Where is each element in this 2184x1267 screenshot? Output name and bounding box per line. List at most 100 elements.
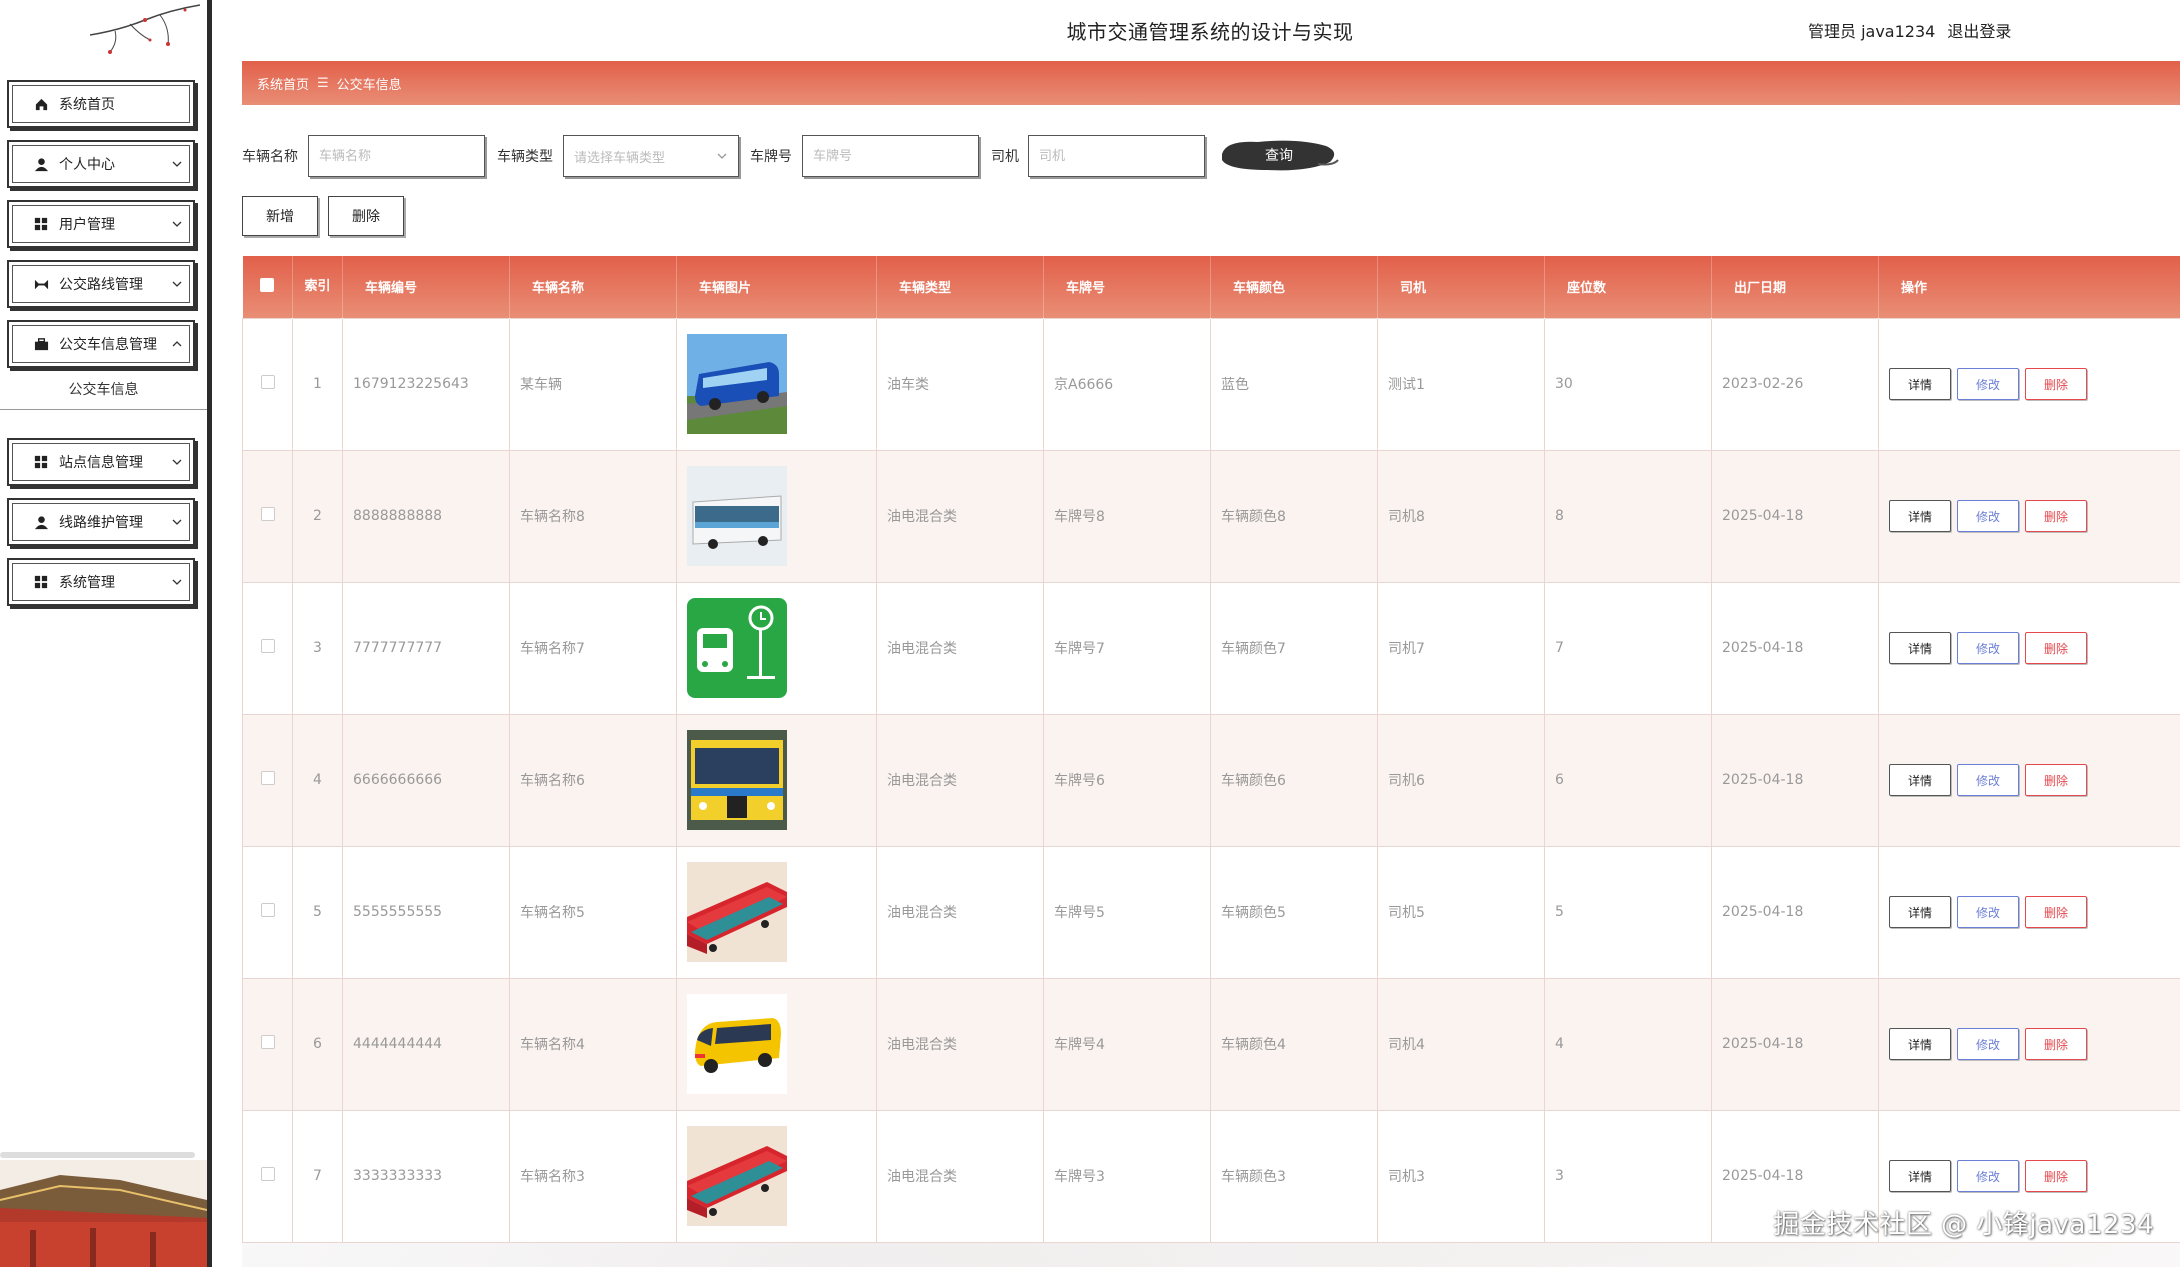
column-header: 车辆名称 [509, 256, 677, 318]
edit-button[interactable]: 修改 [1957, 500, 2019, 532]
chevron-down-icon [171, 516, 183, 528]
cell-plate: 车牌号5 [1043, 845, 1211, 979]
edit-button[interactable]: 修改 [1957, 1028, 2019, 1060]
cell-seats: 7 [1544, 581, 1712, 715]
row-delete-button[interactable]: 删除 [2025, 500, 2087, 532]
row-delete-button[interactable]: 删除 [2025, 632, 2087, 664]
grid-icon [33, 454, 49, 470]
detail-button[interactable]: 详情 [1889, 896, 1951, 928]
row-checkbox-cell [242, 581, 293, 715]
driver-input[interactable] [1028, 135, 1205, 177]
cell-image [676, 317, 877, 451]
column-header: 出厂日期 [1711, 256, 1879, 318]
checkbox[interactable] [260, 277, 275, 292]
edit-button[interactable]: 修改 [1957, 1160, 2019, 1192]
sidebar-item-6[interactable]: 站点信息管理 [7, 438, 195, 486]
sidebar-item-8[interactable]: 系统管理 [7, 558, 195, 606]
bus-yellow-toy-image[interactable] [687, 994, 876, 1094]
sidebar-item-3[interactable]: 用户管理 [7, 200, 195, 248]
table-row: 3 7777777777 车辆名称7 油电混合类 车牌号7 车辆颜色7 司机7 7 2025-0… [242, 581, 2180, 715]
cell-type: 油电混合类 [876, 845, 1044, 979]
table-row: 6 4444444444 车辆名称4 油电混合类 车牌号4 车辆颜色4 司机4 4 2025-0… [242, 977, 2180, 1111]
row-delete-button[interactable]: 删除 [2025, 1160, 2087, 1192]
detail-button[interactable]: 详情 [1889, 368, 1951, 400]
row-delete-button[interactable]: 删除 [2025, 896, 2087, 928]
select-all-checkbox[interactable] [242, 256, 293, 318]
bus-white-electric-image[interactable] [687, 466, 876, 566]
cell-color: 车辆颜色4 [1210, 977, 1378, 1111]
breadcrumb-home[interactable]: 系统首页 [257, 74, 309, 93]
sidebar-scrollbar[interactable] [0, 1152, 195, 1158]
detail-button[interactable]: 详情 [1889, 632, 1951, 664]
cell-index: 1 [292, 317, 343, 451]
row-delete-button[interactable]: 删除 [2025, 368, 2087, 400]
cell-date: 2025-04-18 [1711, 449, 1879, 583]
cell-seats: 8 [1544, 449, 1712, 583]
cell-plate: 车牌号3 [1043, 1109, 1211, 1243]
row-delete-button[interactable]: 删除 [2025, 764, 2087, 796]
row-delete-button[interactable]: 删除 [2025, 1028, 2087, 1060]
cell-date: 2025-04-18 [1711, 713, 1879, 847]
row-checkbox[interactable] [260, 771, 275, 785]
cell-type: 油电混合类 [876, 713, 1044, 847]
cell-code: 7777777777 [342, 581, 510, 715]
sidebar-item-1[interactable]: 系统首页 [7, 80, 195, 128]
row-checkbox[interactable] [260, 507, 275, 521]
detail-button[interactable]: 详情 [1889, 764, 1951, 796]
cell-name: 车辆名称5 [509, 845, 677, 979]
palace-roof-decoration [0, 1160, 207, 1267]
detail-button[interactable]: 详情 [1889, 1028, 1951, 1060]
breadcrumb-current: 公交车信息 [336, 77, 402, 93]
edit-button[interactable]: 修改 [1957, 764, 2019, 796]
vehicle-name-input[interactable] [308, 135, 485, 177]
bus-red-isometric-image[interactable] [687, 1126, 876, 1226]
bus-stop-green-icon-image[interactable] [687, 598, 876, 698]
cell-date: 2023-02-26 [1711, 317, 1879, 451]
row-checkbox[interactable] [260, 375, 275, 389]
cell-date: 2025-04-18 [1711, 581, 1879, 715]
query-button[interactable]: 查询 [1218, 134, 1340, 176]
sidebar-item-label: 用户管理 [59, 217, 115, 233]
sidebar-item-5[interactable]: 公交车信息管理 [7, 320, 195, 368]
cell-code: 6666666666 [342, 713, 510, 847]
vehicle-type-placeholder: 请选择车辆类型 [574, 150, 666, 166]
table-row: 4 6666666666 车辆名称6 油电混合类 车牌号6 车辆颜色6 司机6 6 2025-0… [242, 713, 2180, 847]
vehicle-type-select[interactable]: 请选择车辆类型 [563, 135, 739, 177]
cell-plate: 京A6666 [1043, 317, 1211, 451]
submenu-item-bus-info[interactable]: 公交车信息 [0, 368, 207, 410]
detail-button[interactable]: 详情 [1889, 500, 1951, 532]
edit-button[interactable]: 修改 [1957, 632, 2019, 664]
edit-button[interactable]: 修改 [1957, 896, 2019, 928]
route-icon [33, 276, 49, 292]
detail-button[interactable]: 详情 [1889, 1160, 1951, 1192]
logout-link[interactable]: 退出登录 [1947, 18, 2011, 42]
sidebar-item-4[interactable]: 公交路线管理 [7, 260, 195, 308]
cell-ops: 详情 修改 删除 [1878, 449, 2180, 583]
cell-seats: 3 [1544, 1109, 1712, 1243]
edit-button[interactable]: 修改 [1957, 368, 2019, 400]
row-checkbox[interactable] [260, 1035, 275, 1049]
row-checkbox[interactable] [260, 639, 275, 653]
bus-blue-coach-image[interactable] [687, 334, 876, 434]
bus-red-isometric-image[interactable] [687, 862, 876, 962]
plate-input[interactable] [802, 135, 979, 177]
cell-image [676, 1109, 877, 1243]
add-button[interactable]: 新增 [242, 196, 318, 236]
cell-image [676, 845, 877, 979]
cell-name: 车辆名称6 [509, 713, 677, 847]
cell-type: 油电混合类 [876, 581, 1044, 715]
home-icon [33, 96, 49, 112]
row-checkbox-cell [242, 317, 293, 451]
chevron-down-icon [717, 153, 727, 159]
cell-driver: 司机7 [1377, 581, 1545, 715]
bus-yellow-city-image[interactable] [687, 730, 876, 830]
cell-index: 5 [292, 845, 343, 979]
submenu-item-label: 公交车信息 [68, 381, 139, 398]
cell-ops: 详情 修改 删除 [1878, 713, 2180, 847]
row-checkbox[interactable] [260, 903, 275, 917]
row-checkbox[interactable] [260, 1167, 275, 1181]
sidebar-item-7[interactable]: 线路维护管理 [7, 498, 195, 546]
sidebar-item-2[interactable]: 个人中心 [7, 140, 195, 188]
delete-button[interactable]: 删除 [328, 196, 404, 236]
sidebar-item-label: 公交车信息管理 [59, 337, 157, 353]
